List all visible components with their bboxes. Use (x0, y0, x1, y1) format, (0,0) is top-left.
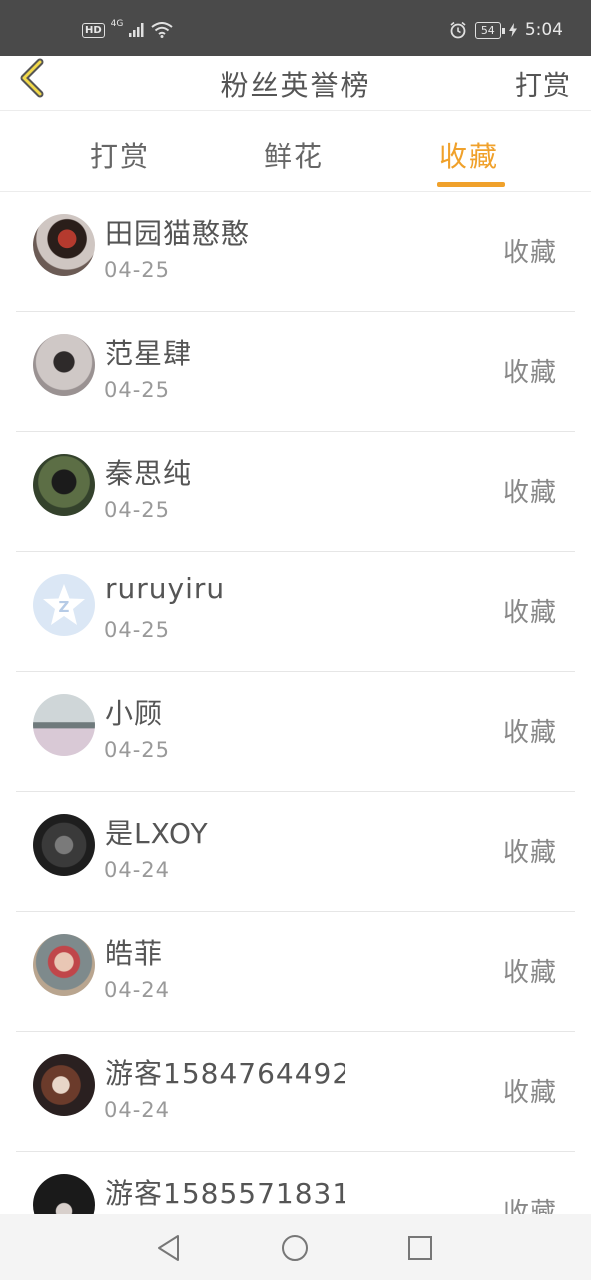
user-name: ruruyiru (105, 572, 226, 605)
title-bar: 粉丝英誉榜 打赏 (0, 56, 591, 111)
avatar (33, 1174, 95, 1214)
alarm-icon (450, 21, 466, 39)
date: 04-25 (104, 738, 171, 762)
date: 04-25 (104, 378, 171, 402)
action-label: 收藏 (502, 1198, 557, 1214)
list-item[interactable]: 秦思纯 04-25 收藏 (0, 432, 591, 552)
tab-bar: 打赏 鲜花 收藏 (0, 111, 591, 192)
avatar (33, 214, 95, 276)
status-left: HD 4G (82, 19, 173, 38)
action-label: 收藏 (502, 598, 557, 628)
recents-square-icon (408, 1236, 432, 1260)
fan-list: 田园猫憨憨 04-25 收藏 范星肆 04-25 收藏 秦思纯 04-25 收藏… (0, 192, 591, 1214)
list-item[interactable]: 田园猫憨憨 04-25 收藏 (0, 192, 591, 312)
date: 04-25 (104, 258, 171, 282)
tab-flowers[interactable]: 鲜花 (264, 135, 324, 175)
network-type: 4G (110, 19, 124, 29)
date: 04-25 (104, 498, 171, 522)
user-name: 田园猫憨憨 (105, 217, 251, 250)
tab-favorites[interactable]: 收藏 (439, 135, 499, 175)
date: 04-25 (104, 618, 171, 642)
avatar (33, 1054, 95, 1116)
list-item[interactable]: 游客1585571831... 收藏 (0, 1152, 591, 1214)
list-item[interactable]: 小顾 04-25 收藏 (0, 672, 591, 792)
action-label: 收藏 (502, 1078, 557, 1108)
signal-icon (129, 23, 144, 37)
list-item[interactable]: 范星肆 04-25 收藏 (0, 312, 591, 432)
page-title: 粉丝英誉榜 (220, 69, 371, 102)
avatar (33, 934, 95, 996)
action-label: 收藏 (502, 838, 557, 868)
avatar (33, 694, 95, 756)
avatar (33, 814, 95, 876)
list-item[interactable]: 是LXOY 04-24 收藏 (0, 792, 591, 912)
user-name: 是LXOY (105, 817, 209, 850)
user-name: 秦思纯 (105, 457, 193, 490)
avatar (33, 334, 95, 396)
back-triangle-icon (158, 1235, 179, 1261)
list-item[interactable]: 皓菲 04-24 收藏 (0, 912, 591, 1032)
reward-button[interactable]: 打赏 (515, 64, 571, 103)
user-name: 游客1584764492... (105, 1057, 345, 1090)
date: 04-24 (104, 858, 171, 882)
nav-recents-button[interactable] (403, 1231, 437, 1265)
date: 04-24 (104, 978, 171, 1002)
date: 04-24 (104, 1098, 171, 1122)
user-name: 小顾 (105, 697, 164, 730)
charging-icon (508, 23, 517, 37)
hd-badge: HD (82, 22, 105, 38)
wifi-icon (151, 22, 173, 38)
tab-reward[interactable]: 打赏 (90, 135, 150, 175)
system-nav-bar (0, 1214, 591, 1280)
list-item[interactable]: 游客1584764492... 04-24 收藏 (0, 1032, 591, 1152)
nav-home-button[interactable] (278, 1231, 312, 1265)
home-circle-icon (282, 1235, 308, 1261)
status-right: 54 5:04 (449, 20, 563, 40)
nav-back-button[interactable] (152, 1231, 186, 1265)
action-label: 收藏 (502, 478, 557, 508)
action-label: 收藏 (502, 358, 557, 388)
default-z-icon: Z (43, 584, 85, 625)
avatar (33, 454, 95, 516)
battery-indicator: 54 (474, 21, 505, 39)
svg-text:Z: Z (59, 598, 70, 616)
action-label: 收藏 (502, 238, 557, 268)
user-name: 游客1585571831... (105, 1177, 345, 1210)
status-bar: HD 4G 54 5:04 (0, 0, 591, 56)
active-tab-indicator (437, 182, 505, 187)
user-name: 范星肆 (105, 337, 193, 370)
clock: 5:04 (524, 20, 563, 40)
avatar: Z (33, 574, 95, 636)
action-label: 收藏 (502, 958, 557, 988)
action-label: 收藏 (502, 718, 557, 748)
list-item[interactable]: Z ruruyiru 04-25 收藏 (0, 552, 591, 672)
user-name: 皓菲 (105, 937, 164, 970)
